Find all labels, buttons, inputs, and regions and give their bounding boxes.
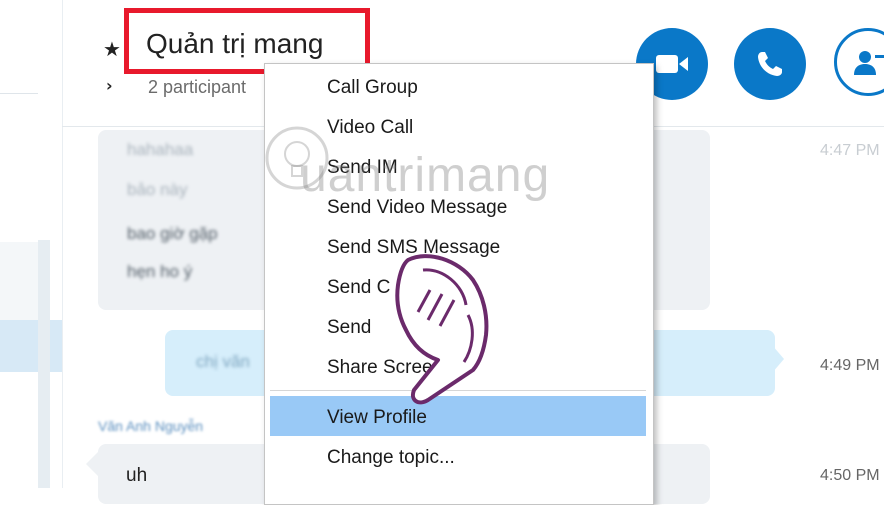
- message-text: hahahaa: [127, 140, 194, 159]
- phone-icon: [758, 52, 782, 76]
- message-timestamp: 4:47 PM: [820, 142, 880, 159]
- audio-call-button[interactable]: [734, 28, 806, 100]
- pointing-hand-icon: [395, 254, 489, 405]
- bubble-tail: [86, 452, 98, 476]
- menu-item-video-call[interactable]: Video Call: [327, 117, 413, 139]
- message-text: bao giờ gặp: [127, 224, 218, 243]
- video-camera-icon: [656, 55, 688, 73]
- message-text: uh: [126, 465, 148, 486]
- menu-item-call-group[interactable]: Call Group: [327, 77, 418, 99]
- sidebar-divider: [0, 93, 38, 94]
- menu-item-view-profile[interactable]: View Profile: [327, 407, 427, 429]
- left-sidebar: [0, 0, 62, 488]
- menu-item-send-file[interactable]: Send: [327, 317, 371, 339]
- star-icon[interactable]: ★: [103, 37, 121, 61]
- participants-count[interactable]: 2 participant: [148, 77, 246, 98]
- bubble-tail: [772, 345, 784, 373]
- message-text: chị văn: [196, 352, 250, 371]
- message-text: hẹn ho ý: [127, 262, 193, 281]
- watermark-text: uantrimang: [300, 149, 551, 202]
- add-participant-button[interactable]: [834, 28, 884, 96]
- sidebar-scrollbar[interactable]: [38, 240, 50, 488]
- message-text: bảo này: [127, 180, 188, 199]
- sidebar-item-selected[interactable]: [0, 320, 62, 372]
- sender-name[interactable]: Văn Anh Nguyễn: [98, 418, 203, 434]
- add-participant-icon: [854, 51, 884, 75]
- chevron-right-icon[interactable]: ›: [106, 76, 113, 95]
- sidebar-item[interactable]: [0, 242, 38, 322]
- sidebar-edge: [62, 0, 63, 488]
- message-timestamp: 4:49 PM: [820, 357, 880, 374]
- message-timestamp: 4:50 PM: [820, 467, 880, 484]
- menu-item-change-topic[interactable]: Change topic...: [327, 447, 455, 469]
